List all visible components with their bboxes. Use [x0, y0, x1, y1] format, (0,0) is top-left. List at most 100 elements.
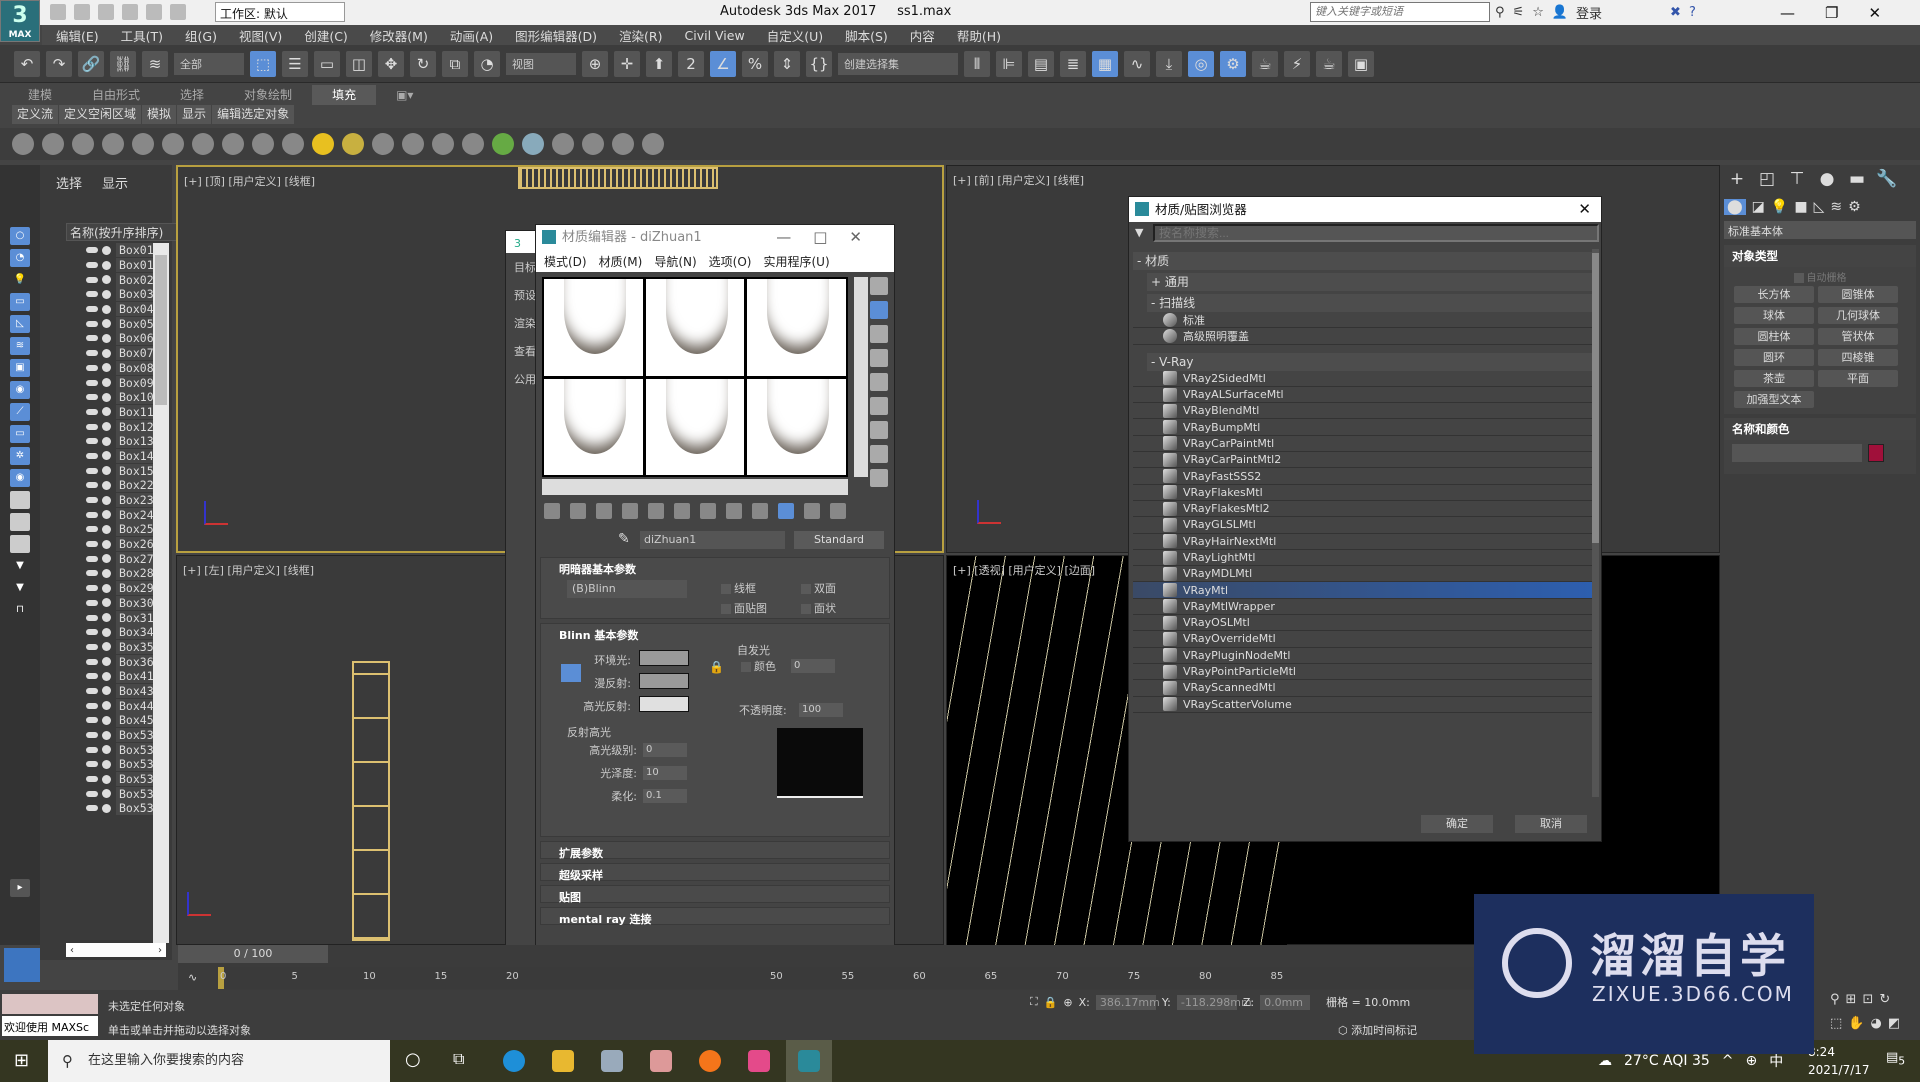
eye-icon[interactable]	[86, 717, 98, 724]
binoculars-icon[interactable]: ⚲	[1495, 5, 1505, 20]
invert-icon[interactable]	[10, 535, 30, 553]
primitive-button[interactable]: 长方体	[1734, 286, 1814, 303]
freeze-icon[interactable]	[102, 363, 111, 373]
freeze-icon[interactable]	[102, 480, 111, 490]
browser-search-input[interactable]	[1153, 224, 1599, 242]
file-explorer-icon[interactable]	[552, 1050, 574, 1072]
clock[interactable]: 8:24 2021/7/17	[1808, 1043, 1870, 1079]
eye-icon[interactable]	[86, 541, 98, 548]
eye-icon[interactable]	[86, 687, 98, 694]
move-icon[interactable]: ✥	[378, 50, 404, 77]
hierarchy-tab-icon[interactable]: ⊤	[1782, 169, 1812, 195]
utilities-tab-icon[interactable]: 🔧	[1872, 169, 1902, 195]
arc-rotate-icon[interactable]: ◕	[1870, 1016, 1881, 1031]
material-item[interactable]: VRayScatterVolume	[1133, 697, 1595, 713]
help-search-input[interactable]	[1310, 2, 1490, 22]
rollout-header[interactable]: 对象类型	[1724, 245, 1916, 267]
primitive-button[interactable]: 平面	[1818, 370, 1898, 387]
ribbon-options-icon[interactable]: ▣▾	[376, 85, 433, 105]
z-coordinate[interactable]: 0.0mm	[1260, 994, 1311, 1010]
login-link[interactable]: 登录	[1576, 3, 1602, 22]
material-item[interactable]: VRayLightMtl	[1133, 550, 1595, 567]
freeze-icon[interactable]	[102, 495, 111, 505]
freeze-icon[interactable]	[102, 319, 111, 329]
material-item[interactable]: VRayScannedMtl	[1133, 680, 1595, 697]
freeze-icon[interactable]	[102, 598, 111, 608]
faceted-checkbox[interactable]: 面状	[801, 600, 836, 616]
menu-customize[interactable]: 自定义(U)	[767, 26, 823, 45]
material-editor-titlebar[interactable]: 材质编辑器 - diZhuan1 —□✕	[536, 225, 894, 250]
zoom-all-icon[interactable]: ⊞	[1846, 992, 1857, 1007]
sun-icon[interactable]	[312, 133, 334, 155]
keyboard-shortcut-icon[interactable]: ⬆	[646, 50, 672, 77]
curve-editor-mini-icon[interactable]: ∿	[188, 971, 197, 984]
mental-ray-rollout[interactable]: mental ray 连接	[540, 907, 890, 926]
container-icon[interactable]: ⊓	[10, 601, 30, 619]
ribbon-toggle-icon[interactable]: ▦	[1092, 50, 1118, 77]
viewport-label[interactable]: [+] [前] [用户定义] [线框]	[953, 172, 1084, 188]
rotate-icon[interactable]: ↻	[410, 50, 436, 77]
firefox-icon[interactable]	[699, 1050, 721, 1072]
tab-selection[interactable]: 选择	[160, 85, 224, 105]
filter-icon[interactable]: ▼	[10, 557, 30, 575]
eye-icon[interactable]	[86, 423, 98, 430]
rect-selection-icon[interactable]: ▭	[314, 50, 340, 77]
layer-icon[interactable]: ≣	[1060, 50, 1086, 77]
close-icon[interactable]: ✕	[1578, 197, 1591, 222]
menu-views[interactable]: 视图(V)	[239, 26, 282, 45]
light-icon[interactable]	[102, 133, 124, 155]
sphere-light-icon[interactable]	[222, 133, 244, 155]
specular-swatch[interactable]	[639, 696, 689, 712]
freeze-icon[interactable]	[102, 745, 111, 755]
spacewarps-filter-icon[interactable]: ≋	[10, 337, 30, 355]
assign-to-selection-icon[interactable]	[596, 503, 612, 519]
make-preview-icon[interactable]	[870, 397, 888, 415]
ambient-swatch[interactable]	[639, 650, 689, 666]
primitive-button[interactable]: 圆柱体	[1734, 328, 1814, 345]
pan-icon[interactable]: ✋	[1848, 1016, 1864, 1031]
window-crossing-icon[interactable]: ◫	[346, 50, 372, 77]
motion-tab-icon[interactable]: ●	[1812, 169, 1842, 195]
freeze-icon[interactable]	[102, 407, 111, 417]
display-tab-icon[interactable]: ▬	[1842, 169, 1872, 195]
subtab-define-flows[interactable]: 定义流	[12, 105, 59, 124]
freeze-icon[interactable]	[102, 671, 111, 681]
orbit-icon[interactable]: ↻	[1879, 992, 1890, 1007]
add-time-tag[interactable]: ⬡ 添加时间标记	[1338, 1022, 1417, 1038]
eye-icon[interactable]	[86, 408, 98, 415]
material-item[interactable]: VRayFlakesMtl	[1133, 485, 1595, 501]
sky-icon[interactable]	[342, 133, 364, 155]
material-item[interactable]: VRayGLSLMtl	[1133, 517, 1595, 534]
menu-civil-view[interactable]: Civil View	[685, 28, 745, 43]
freeze-icon[interactable]	[102, 789, 111, 799]
cameras-icon[interactable]: ■	[1794, 199, 1807, 215]
help-icon[interactable]: ?	[1689, 5, 1696, 20]
window-controls[interactable]: —□✕	[776, 225, 884, 250]
windows-start-icon[interactable]: ⊞	[14, 1050, 29, 1071]
freeze-icon[interactable]	[102, 642, 111, 652]
soften-spinner[interactable]: 0.1	[643, 789, 687, 803]
shader-type-dropdown[interactable]: (B)Blinn	[567, 580, 687, 598]
eye-icon[interactable]	[86, 394, 98, 401]
opacity-spinner[interactable]: 100	[799, 703, 843, 717]
object-color-swatch[interactable]	[1868, 444, 1884, 462]
lights-filter-icon[interactable]: 💡	[10, 271, 30, 289]
systems-icon[interactable]: ⚙	[1848, 199, 1861, 215]
freeze-icon[interactable]	[102, 686, 111, 696]
tab-populate[interactable]: 填充	[312, 85, 377, 105]
color-icon[interactable]	[552, 133, 574, 155]
reset-map-icon[interactable]	[622, 503, 638, 519]
undo-icon[interactable]: ↶	[14, 50, 40, 77]
plant-icon[interactable]	[492, 133, 514, 155]
tab-freeform[interactable]: 自由形式	[72, 85, 160, 105]
video-app-icon[interactable]	[748, 1050, 770, 1072]
tray-expand-icon[interactable]: ^	[1722, 1053, 1734, 1069]
eye-icon[interactable]	[86, 805, 98, 812]
redo-icon[interactable]: ↷	[46, 50, 72, 77]
make-unique-icon[interactable]	[674, 503, 690, 519]
particles-icon[interactable]	[402, 133, 424, 155]
create-tab-icon[interactable]: +	[1722, 169, 1752, 195]
render-cloud-icon[interactable]: ▣	[1348, 50, 1374, 77]
material-item[interactable]: VRayBumpMtl	[1133, 419, 1595, 436]
material-item[interactable]: VRayMDLMtl	[1133, 566, 1595, 583]
